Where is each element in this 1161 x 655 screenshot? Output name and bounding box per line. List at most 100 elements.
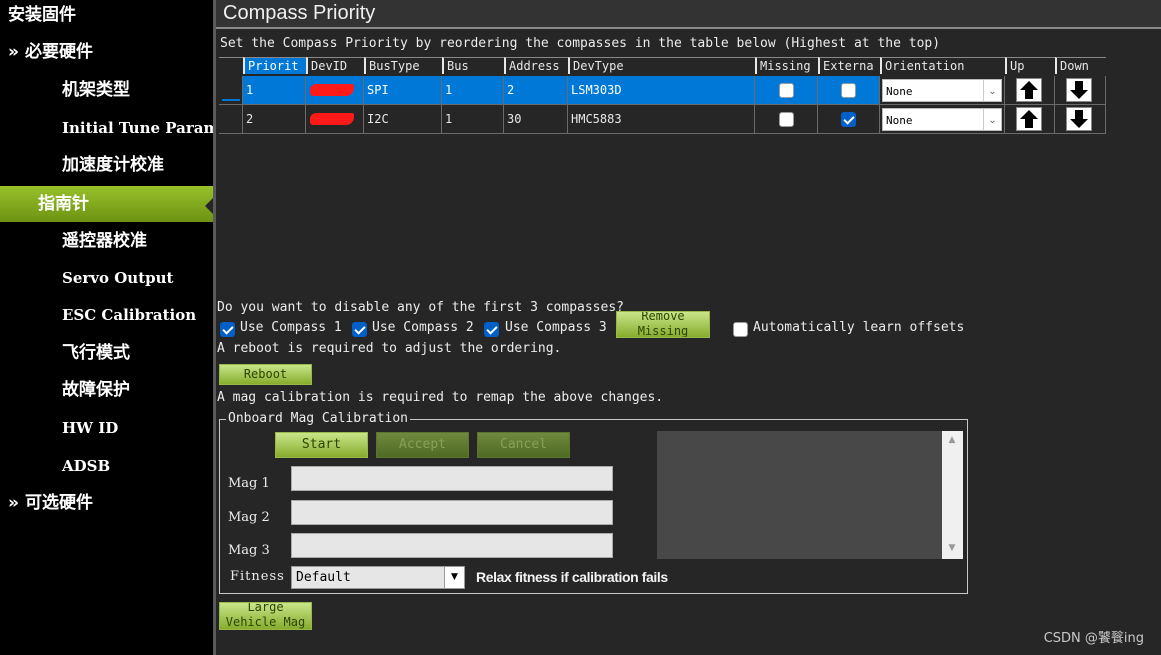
move-down-button[interactable] bbox=[1066, 107, 1092, 131]
use-compass-2-label[interactable]: Use Compass 2 bbox=[372, 320, 474, 335]
row-header[interactable] bbox=[219, 105, 243, 134]
external-checkbox[interactable] bbox=[841, 83, 856, 98]
sidebar-item-hw-id[interactable]: HW ID bbox=[0, 410, 213, 446]
sidebar-item-label: 加速度计校准 bbox=[62, 155, 164, 175]
column-header-address[interactable]: Address bbox=[504, 57, 568, 74]
move-up-button[interactable] bbox=[1016, 78, 1042, 102]
column-header-priority[interactable]: Priorit bbox=[243, 57, 306, 74]
scroll-up-arrow-icon[interactable]: ▲ bbox=[942, 435, 962, 445]
orientation-cell: None ⌄ bbox=[880, 76, 1005, 105]
mag-1-progress-bar bbox=[291, 466, 613, 491]
sidebar-item-label: 飞行模式 bbox=[62, 343, 130, 363]
sidebar-item-label: 安装固件 bbox=[8, 5, 76, 25]
column-header-missing[interactable]: Missing bbox=[755, 57, 818, 74]
mag-calibration-log-box[interactable]: ▲ ▼ bbox=[657, 431, 963, 559]
sidebar-item-optional-hardware[interactable]: » 可选硬件 bbox=[0, 485, 213, 521]
orientation-dropdown[interactable]: None ⌄ bbox=[882, 108, 1002, 131]
sidebar-item-flight-modes[interactable]: 飞行模式 bbox=[0, 335, 213, 371]
large-vehicle-mag-button[interactable]: Large Vehicle Mag bbox=[219, 602, 312, 630]
column-header-down[interactable]: Down bbox=[1055, 57, 1106, 74]
chevron-double-right-icon: » bbox=[8, 42, 19, 62]
move-up-button[interactable] bbox=[1016, 107, 1042, 131]
priority-cell[interactable]: 2 bbox=[243, 105, 306, 134]
auto-learn-offsets-checkbox[interactable] bbox=[733, 322, 748, 337]
arrow-up-icon bbox=[1020, 81, 1038, 99]
onboard-mag-calibration-group: Onboard Mag Calibration Start Accept Can… bbox=[219, 411, 968, 594]
devid-cell[interactable] bbox=[306, 105, 364, 134]
use-compass-3-checkbox[interactable] bbox=[484, 322, 499, 337]
devid-cell[interactable] bbox=[306, 76, 364, 105]
orientation-value: None bbox=[886, 85, 913, 98]
column-header-up[interactable]: Up bbox=[1005, 57, 1055, 74]
mag-3-progress-bar bbox=[291, 533, 613, 558]
external-cell bbox=[818, 76, 880, 105]
fitness-value: Default bbox=[296, 570, 351, 585]
sidebar-item-frame-type[interactable]: 机架类型 bbox=[0, 72, 213, 108]
fitness-dropdown[interactable]: Default ▼ bbox=[291, 566, 465, 589]
cancel-button[interactable]: Cancel bbox=[477, 432, 570, 458]
sidebar-item-adsb[interactable]: ADSB bbox=[0, 448, 213, 484]
table-row[interactable]: 2 I2C 1 30 HMC5883 None ⌄ bbox=[219, 105, 1106, 134]
table-row[interactable]: 1 SPI 1 2 LSM303D None ⌄ bbox=[219, 76, 1106, 105]
bustype-cell[interactable]: I2C bbox=[364, 105, 442, 134]
chevron-down-icon: ⌄ bbox=[983, 80, 1001, 101]
bustype-cell[interactable]: SPI bbox=[364, 76, 442, 105]
bus-cell[interactable]: 1 bbox=[442, 76, 504, 105]
down-cell bbox=[1055, 105, 1106, 134]
watermark-text: CSDN @饕餮ing bbox=[1043, 631, 1144, 646]
column-header-bustype[interactable]: BusType bbox=[364, 57, 442, 74]
sidebar-item-label: 机架类型 bbox=[62, 80, 130, 100]
devtype-cell[interactable]: HMC5883 bbox=[568, 105, 755, 134]
use-compass-1-label[interactable]: Use Compass 1 bbox=[240, 320, 342, 335]
external-cell bbox=[818, 105, 880, 134]
missing-checkbox[interactable] bbox=[779, 112, 794, 127]
down-cell bbox=[1055, 76, 1106, 105]
reboot-button[interactable]: Reboot bbox=[219, 364, 312, 385]
sidebar-item-install-firmware[interactable]: 安装固件 bbox=[0, 0, 213, 33]
mag-2-progress-bar bbox=[291, 500, 613, 525]
column-header-devid[interactable]: DevID bbox=[306, 57, 364, 74]
sidebar-item-compass[interactable]: 指南针 bbox=[0, 186, 213, 222]
start-button[interactable]: Start bbox=[275, 432, 368, 458]
address-cell[interactable]: 2 bbox=[504, 76, 568, 105]
sidebar-item-failsafe[interactable]: 故障保护 bbox=[0, 372, 213, 408]
missing-checkbox[interactable] bbox=[779, 83, 794, 98]
main-panel: Compass Priority Set the Compass Priorit… bbox=[216, 0, 1161, 655]
mag-calibration-note-text: A mag calibration is required to remap t… bbox=[217, 390, 664, 405]
sidebar-item-servo-output[interactable]: Servo Output bbox=[0, 260, 213, 296]
use-compass-2-checkbox[interactable] bbox=[352, 322, 367, 337]
external-checkbox[interactable] bbox=[841, 112, 856, 127]
onboard-mag-calibration-label: Onboard Mag Calibration bbox=[226, 411, 411, 426]
move-down-button[interactable] bbox=[1066, 78, 1092, 102]
sidebar-item-label: Servo Output bbox=[62, 269, 174, 287]
row-header-corner bbox=[219, 57, 243, 74]
sidebar-item-esc-calibration[interactable]: ESC Calibration bbox=[0, 297, 213, 333]
sidebar-item-mandatory-hardware[interactable]: » 必要硬件 bbox=[0, 34, 213, 70]
compass-priority-table: Priorit DevID BusType Bus Address DevTyp… bbox=[219, 57, 1106, 134]
auto-learn-offsets-label[interactable]: Automatically learn offsets bbox=[753, 320, 964, 335]
sidebar-item-initial-tune-parameters[interactable]: Initial Tune Parameters bbox=[0, 110, 213, 146]
row-header[interactable] bbox=[219, 76, 243, 105]
sidebar-item-radio-calibration[interactable]: 遥控器校准 bbox=[0, 223, 213, 259]
column-header-orientation[interactable]: Orientation bbox=[880, 57, 1005, 74]
address-cell[interactable]: 30 bbox=[504, 105, 568, 134]
priority-cell[interactable]: 1 bbox=[243, 76, 306, 105]
column-header-bus[interactable]: Bus bbox=[442, 57, 504, 74]
column-header-external[interactable]: Externa bbox=[818, 57, 880, 74]
disable-question-text: Do you want to disable any of the first … bbox=[217, 300, 624, 315]
devtype-cell[interactable]: LSM303D bbox=[568, 76, 755, 105]
sidebar-item-label: 遥控器校准 bbox=[62, 231, 147, 251]
orientation-dropdown[interactable]: None ⌄ bbox=[882, 79, 1002, 102]
large-vehicle-line1: Large bbox=[247, 602, 284, 614]
use-compass-1-checkbox[interactable] bbox=[220, 322, 235, 337]
log-scrollbar[interactable]: ▲ ▼ bbox=[942, 431, 963, 559]
remove-missing-button[interactable]: Remove Missing bbox=[616, 311, 710, 338]
sidebar-item-accel-calibration[interactable]: 加速度计校准 bbox=[0, 147, 213, 183]
bus-cell[interactable]: 1 bbox=[442, 105, 504, 134]
use-compass-3-label[interactable]: Use Compass 3 bbox=[505, 320, 607, 335]
accept-button[interactable]: Accept bbox=[376, 432, 469, 458]
orientation-cell: None ⌄ bbox=[880, 105, 1005, 134]
scroll-down-arrow-icon[interactable]: ▼ bbox=[942, 543, 962, 553]
fitness-label: Fitness bbox=[230, 569, 285, 584]
column-header-devtype[interactable]: DevType bbox=[568, 57, 755, 74]
